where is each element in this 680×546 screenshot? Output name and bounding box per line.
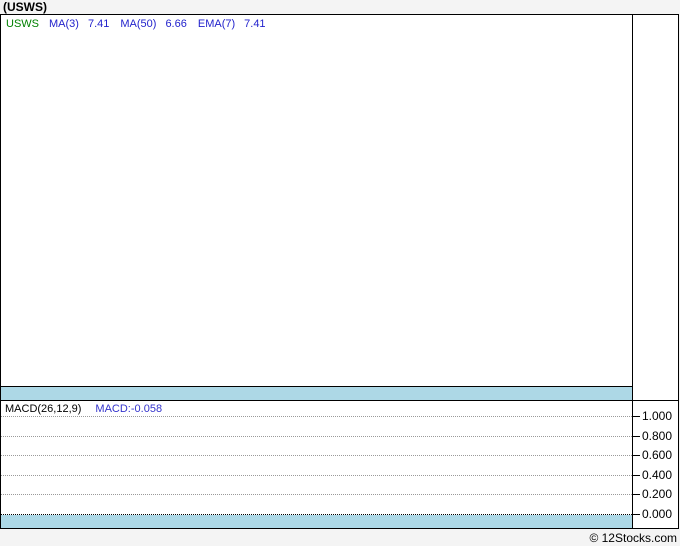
legend-ma50-value: 6.66: [165, 18, 187, 30]
y-axis-divider: [632, 15, 633, 528]
y-axis-label: 0.200: [642, 487, 673, 501]
y-axis-label: 0.600: [642, 448, 673, 462]
y-axis-label: 1.000: [642, 409, 673, 423]
macd-current-value: MACD:-0.058: [95, 403, 163, 415]
macd-params-label: MACD(26,12,9): [5, 403, 82, 415]
y-axis-label: 0.400: [642, 468, 673, 482]
legend-symbol: USWS: [6, 18, 39, 30]
legend-ema7-value: 7.41: [244, 18, 266, 30]
gridline-1000: [1, 416, 632, 417]
macd-legend: MACD(26,12,9) MACD:-0.058: [5, 402, 162, 416]
y-axis-tick: [633, 514, 640, 515]
gridline-0200: [1, 494, 632, 495]
price-legend: USWS MA(3) 7.41 MA(50) 6.66 EMA(7) 7.41: [6, 17, 277, 31]
copyright: © 12Stocks.com: [589, 531, 677, 545]
y-axis-label: 0.800: [642, 429, 673, 443]
y-axis-tick: [633, 436, 640, 437]
gridline-0400: [1, 475, 632, 476]
y-axis-tick: [633, 455, 640, 456]
gridline-0600: [1, 455, 632, 456]
y-axis-tick: [633, 416, 640, 417]
legend-ma3-label: MA(3): [49, 18, 79, 30]
gridline-0800: [1, 436, 632, 437]
legend-ema7-label: EMA(7): [197, 18, 236, 30]
separator-band: [1, 387, 632, 400]
macd-panel-top-border: [1, 400, 678, 401]
chart-frame: USWS MA(3) 7.41 MA(50) 6.66 EMA(7) 7.41 MACD(2…: [0, 14, 679, 529]
y-axis-tick: [633, 475, 640, 476]
legend-ma3-value: 7.41: [87, 18, 110, 30]
legend-ma50-label: MA(50): [120, 18, 157, 30]
macd-bottom-band: [1, 515, 632, 528]
y-axis-label: 0.000: [642, 507, 673, 521]
y-axis-tick: [633, 494, 640, 495]
page-title: (USWS): [3, 0, 47, 14]
